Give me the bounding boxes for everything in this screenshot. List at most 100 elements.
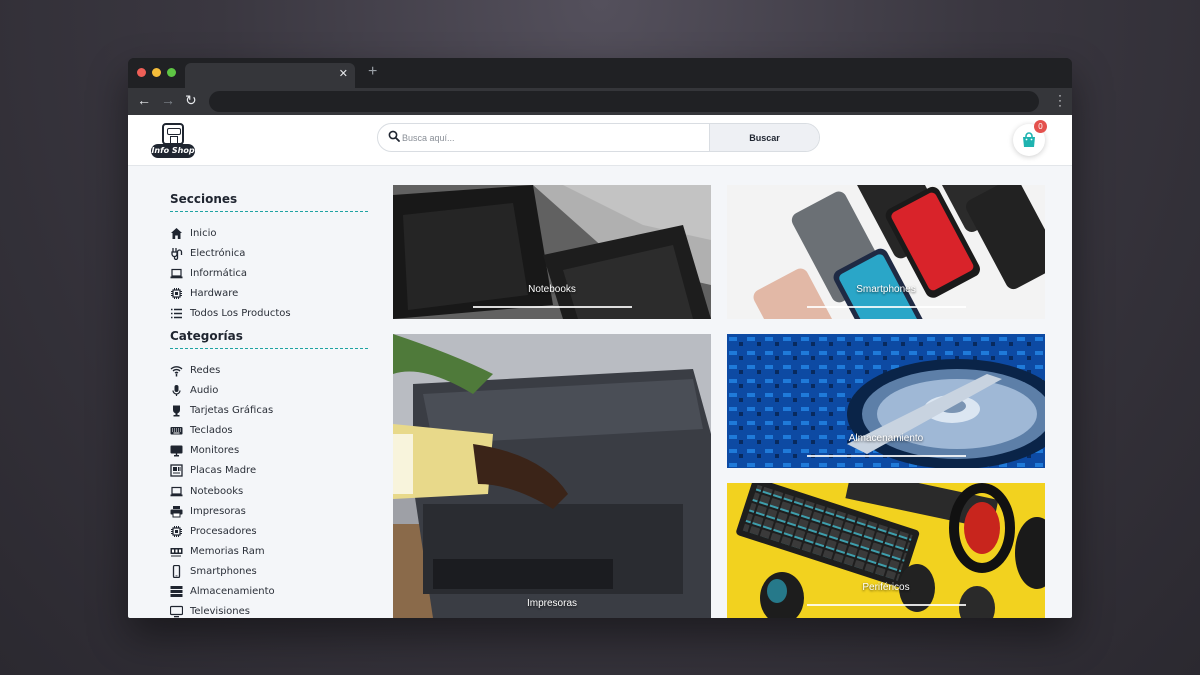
sidebar-item-redes[interactable]: Redes [170,360,368,380]
sidebar-item-label: Redes [190,365,221,377]
sidebar-item-tarjetas-graficas[interactable]: Tarjetas Gráficas [170,401,368,421]
sidebar-item-placas-madre[interactable]: Placas Madre [170,461,368,481]
reload-icon[interactable]: ↻ [185,92,197,109]
search-bar: Buscar [377,123,820,152]
keyboard-icon [170,427,183,435]
close-tab-icon[interactable]: ✕ [339,67,348,80]
card-label: Notebooks [528,284,576,295]
sidebar-item-label: Audio [190,385,219,397]
sidebar-item-label: Informática [190,267,248,279]
storage-icon [170,586,183,598]
back-arrow-icon[interactable]: ← [137,92,151,108]
sidebar-item-impresoras[interactable]: Impresoras [170,501,368,521]
category-card-perifericos[interactable]: Periféricos [727,483,1045,618]
card-label: Almacenamiento [848,433,924,444]
page-viewport: Info Shop Buscar 0 [128,115,1072,618]
card-label: Smartphones [856,284,916,295]
cart-button[interactable]: 0 [1013,120,1047,156]
browser-window: ✕ + ← → ↻ ··· Info Shop Buscar [128,58,1072,618]
notebooks-image [393,185,711,319]
sidebar-item-memorias-ram[interactable]: Memorias Ram [170,541,368,561]
browser-tab-bar: ✕ + [128,58,1072,88]
minimize-window-button[interactable] [152,68,161,77]
almacenamiento-image [727,334,1045,468]
sidebar-item-notebooks[interactable]: Notebooks [170,481,368,501]
memory-icon [170,547,183,557]
store-logo[interactable]: Info Shop [151,123,197,159]
category-card-notebooks[interactable]: Notebooks [393,185,711,319]
storefront-icon [162,123,184,145]
sidebar-item-inicio[interactable]: Inicio [170,223,368,243]
list-icon [171,308,182,319]
sidebar-item-televisiones[interactable]: Televisiones [170,602,368,618]
sidebar-item-label: Hardware [190,287,239,299]
maximize-window-button[interactable] [167,68,176,77]
tv-icon [170,606,183,618]
sidebar-item-label: Inicio [190,227,217,239]
home-icon [171,227,182,239]
browser-tab[interactable]: ✕ [185,63,355,88]
sidebar-item-audio[interactable]: Audio [170,381,368,401]
laptop-icon [170,268,183,279]
sidebar-item-smartphones[interactable]: Smartphones [170,561,368,581]
impresoras-image [393,334,711,618]
address-bar[interactable] [209,91,1039,112]
sidebar-item-hardware[interactable]: Hardware [170,283,368,303]
sidebar-item-informatica[interactable]: Informática [170,263,368,283]
category-card-impresoras[interactable]: Impresoras [393,334,711,618]
category-cards: Notebooks Smartphones Impresoras Almacen… [393,185,1045,618]
card-underline [806,604,966,606]
perifericos-image [727,483,1045,618]
processor-icon [171,525,182,537]
microphone-icon [172,385,181,397]
sidebar-item-label: Placas Madre [190,465,257,477]
cart-count-badge: 0 [1034,120,1047,133]
sidebar-item-label: Almacenamiento [190,586,275,598]
smartphone-icon [172,564,181,578]
sections-group: Secciones Inicio Electrónica Informática… [170,192,368,323]
browser-toolbar: ← → ↻ · · · [128,88,1072,115]
monitor-icon [170,445,183,457]
sidebar-item-monitores[interactable]: Monitores [170,441,368,461]
site-header: Info Shop Buscar 0 [128,115,1072,166]
sidebar-item-label: Monitores [190,445,240,457]
card-label: Periféricos [862,582,910,593]
category-card-smartphones[interactable]: Smartphones [727,185,1045,319]
search-icon [388,130,400,142]
search-button[interactable]: Buscar [709,124,819,151]
sidebar-item-teclados[interactable]: Teclados [170,421,368,441]
forward-arrow-icon[interactable]: → [161,92,175,108]
card-underline [472,306,632,308]
card-underline [806,455,966,457]
category-card-almacenamiento[interactable]: Almacenamiento [727,334,1045,468]
printer-icon [170,505,183,518]
close-window-button[interactable] [137,68,146,77]
sidebar-item-label: Notebooks [190,485,244,497]
new-tab-icon[interactable]: + [368,63,377,81]
sidebar-item-label: Impresoras [190,505,246,517]
sidebar-item-label: Televisiones [190,606,250,618]
notebook-icon [170,486,183,496]
sidebar-item-electronica[interactable]: Electrónica [170,243,368,263]
browser-menu-icon[interactable]: · · · [1058,89,1062,111]
sidebar-item-procesadores[interactable]: Procesadores [170,521,368,541]
motherboard-icon [170,464,183,478]
shopping-bag-icon [1023,132,1035,147]
sidebar-item-label: Procesadores [190,525,257,537]
sidebar-item-label: Tarjetas Gráficas [190,405,274,417]
sidebar-item-almacenamiento[interactable]: Almacenamiento [170,582,368,602]
chip-icon [171,287,182,299]
sidebar-item-label: Memorias Ram [190,545,265,557]
gpu-icon [173,405,180,417]
plug-icon [171,247,183,260]
sidebar-item-label: Teclados [190,425,233,437]
sidebar-item-label: Todos Los Productos [190,307,291,319]
logo-text: Info Shop [151,144,195,158]
smartphones-image [727,185,1045,319]
card-underline [806,306,966,308]
card-label: Impresoras [526,598,577,609]
sidebar-item-label: Electrónica [190,247,246,259]
sidebar-item-label: Smartphones [190,565,257,577]
sidebar-item-todos-los-productos[interactable]: Todos Los Productos [170,303,368,323]
search-input[interactable] [402,124,707,151]
